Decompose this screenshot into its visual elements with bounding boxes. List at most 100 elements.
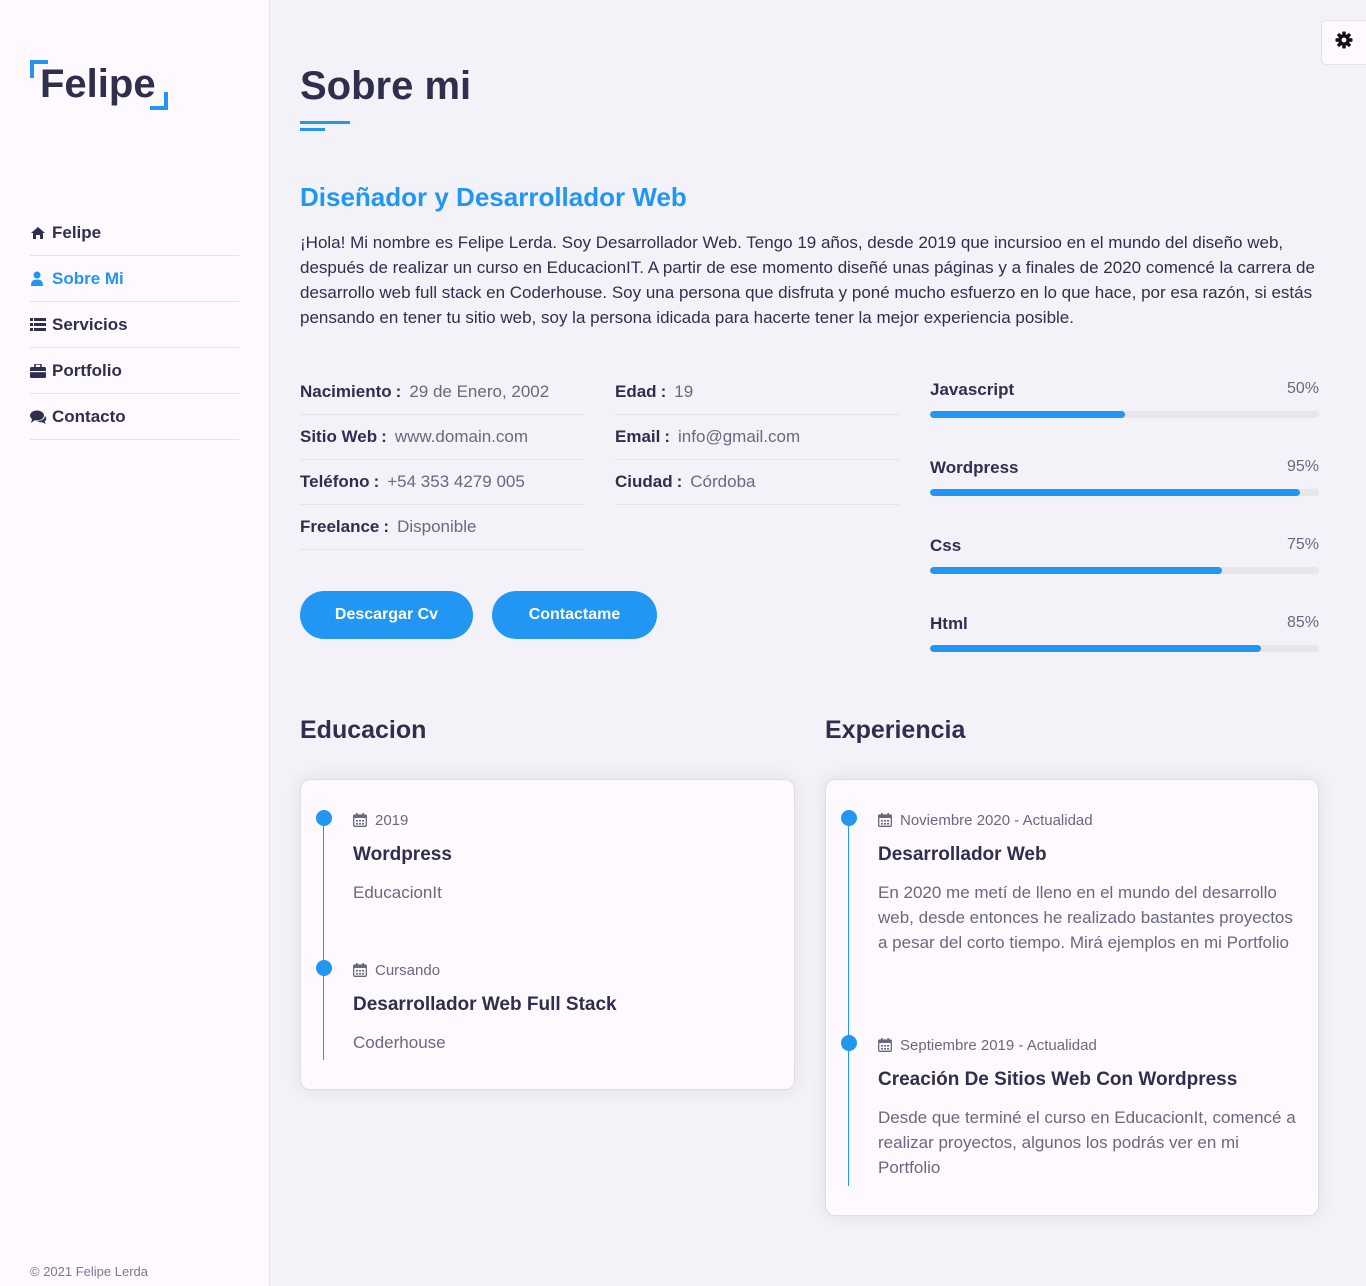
timeline-item: Cursando Desarrollador Web Full Stack Co…	[316, 960, 778, 1055]
info-row-city: Ciudad: Córdoba	[615, 460, 899, 505]
calendar-icon	[878, 813, 892, 827]
info-value: 19	[674, 382, 694, 401]
home-icon	[30, 226, 52, 240]
skills-list: Javascript 50% Wordpress 95% Css 75% Htm…	[930, 378, 1319, 690]
timeline-date-text: Septiembre 2019 - Actualidad	[900, 1036, 1097, 1054]
skill-name: Html	[930, 614, 968, 633]
gear-icon	[1335, 31, 1353, 54]
nav-item-felipe[interactable]: Felipe	[30, 210, 239, 256]
timeline-date-text: 2019	[375, 811, 409, 829]
nav-item-label: Servicios	[52, 314, 128, 334]
info-label: Nacimiento	[300, 382, 392, 401]
timeline-description: Coderhouse	[353, 1033, 446, 1052]
timeline-description: EducacionIt	[353, 883, 442, 902]
skill-progress-fill	[930, 645, 1261, 652]
nav-item-servicios[interactable]: Servicios	[30, 302, 239, 348]
calendar-icon	[878, 1038, 892, 1052]
logo-text: Felipe	[40, 62, 156, 106]
list-icon	[30, 318, 52, 331]
contact-button[interactable]: Contactame	[492, 591, 657, 639]
sidebar: Felipe Felipe Sobre Mi Servicios Portfol…	[0, 0, 270, 1286]
title-underline-short	[300, 128, 325, 131]
skill-name: Css	[930, 536, 962, 555]
timeline-dot	[841, 1035, 857, 1051]
skill-progress-track	[930, 411, 1319, 418]
info-value: Disponible	[397, 517, 477, 536]
skill-percent: 95%	[1286, 458, 1319, 475]
info-label: Ciudad	[615, 472, 673, 491]
education-title: Educacion	[300, 716, 427, 744]
skill-progress-track	[930, 567, 1319, 574]
briefcase-icon	[30, 363, 52, 378]
skill-progress-fill	[930, 411, 1125, 418]
timeline-dot	[841, 810, 857, 826]
info-row-phone: Teléfono: +54 353 4279 005	[300, 460, 584, 505]
info-row-email: Email: info@gmail.com	[615, 415, 899, 460]
info-label: Sitio Web	[300, 427, 378, 446]
timeline-date: 2019	[353, 810, 778, 830]
skill-percent: 50%	[1286, 380, 1319, 397]
about-subtitle: Diseñador y Desarrollador Web	[300, 182, 687, 212]
timeline-dot	[316, 810, 332, 826]
skill-progress-track	[930, 489, 1319, 496]
timeline-description: En 2020 me metí de lleno en el mundo del…	[878, 883, 1293, 952]
info-label: Edad	[615, 382, 657, 401]
education-timeline-card: 2019 Wordpress EducacionIt Cursando Desa…	[300, 779, 795, 1090]
timeline-date: Noviembre 2020 - Actualidad	[878, 810, 1302, 830]
info-row-age: Edad: 19	[615, 370, 899, 415]
experience-timeline-card: Noviembre 2020 - Actualidad Desarrollado…	[825, 779, 1319, 1216]
timeline-title: Wordpress	[353, 844, 452, 865]
personal-info-right: Edad: 19 Email: info@gmail.com Ciudad: C…	[615, 370, 899, 505]
info-row-website: Sitio Web: www.domain.com	[300, 415, 584, 460]
logo-corner-top-left	[30, 60, 48, 78]
timeline-item: Noviembre 2020 - Actualidad Desarrollado…	[841, 810, 1302, 955]
style-switcher-button[interactable]	[1321, 20, 1366, 65]
info-value: +54 353 4279 005	[387, 472, 525, 491]
main-nav: Felipe Sobre Mi Servicios Portfolio Cont…	[30, 210, 239, 440]
skill-percent: 75%	[1286, 536, 1319, 553]
timeline-date-text: Noviembre 2020 - Actualidad	[900, 811, 1093, 829]
copyright-footer: © 2021 Felipe Lerda	[30, 1264, 148, 1279]
info-row-freelance: Freelance: Disponible	[300, 505, 584, 550]
user-icon	[30, 271, 52, 286]
title-underline	[300, 121, 350, 124]
skill-html: Html 85%	[930, 612, 1319, 690]
timeline-item: 2019 Wordpress EducacionIt	[316, 810, 778, 905]
timeline-title: Desarrollador Web	[878, 844, 1047, 865]
experience-title: Experiencia	[825, 716, 966, 744]
skill-progress-fill	[930, 567, 1222, 574]
info-value[interactable]: info@gmail.com	[678, 427, 800, 447]
nav-item-label: Contacto	[52, 406, 126, 426]
timeline-dot	[316, 960, 332, 976]
timeline-date-text: Cursando	[375, 961, 441, 979]
personal-info-left: Nacimiento: 29 de Enero, 2002 Sitio Web:…	[300, 370, 584, 550]
info-value[interactable]: www.domain.com	[395, 427, 528, 447]
timeline-date: Septiembre 2019 - Actualidad	[878, 1035, 1302, 1055]
logo-corner-bottom-right	[149, 92, 168, 110]
timeline-title: Creación De Sitios Web Con Wordpress	[878, 1069, 1238, 1090]
nav-item-portfolio[interactable]: Portfolio	[30, 348, 239, 394]
skill-javascript: Javascript 50%	[930, 378, 1319, 456]
page-title: Sobre mi	[300, 64, 472, 108]
skill-css: Css 75%	[930, 534, 1319, 612]
timeline-date: Cursando	[353, 960, 778, 980]
nav-item-contacto[interactable]: Contacto	[30, 394, 239, 440]
about-intro-text: ¡Hola! Mi nombre es Felipe Lerda. Soy De…	[300, 233, 1315, 327]
skill-name: Wordpress	[930, 458, 1019, 477]
comments-icon	[30, 410, 52, 424]
info-label: Teléfono	[300, 472, 370, 491]
info-row-birth: Nacimiento: 29 de Enero, 2002	[300, 370, 584, 415]
download-cv-button[interactable]: Descargar Cv	[300, 591, 473, 639]
skill-percent: 85%	[1286, 614, 1319, 631]
nav-item-label: Felipe	[52, 222, 102, 242]
nav-item-label: Portfolio	[52, 360, 122, 380]
nav-item-sobre-mi[interactable]: Sobre Mi	[30, 256, 239, 302]
logo[interactable]: Felipe	[30, 60, 168, 110]
info-value: 29 de Enero, 2002	[409, 382, 550, 401]
skill-wordpress: Wordpress 95%	[930, 456, 1319, 534]
info-label: Freelance	[300, 517, 380, 536]
calendar-icon	[353, 813, 367, 827]
skill-name: Javascript	[930, 380, 1015, 399]
timeline-line	[848, 818, 849, 1186]
skill-progress-track	[930, 645, 1319, 652]
